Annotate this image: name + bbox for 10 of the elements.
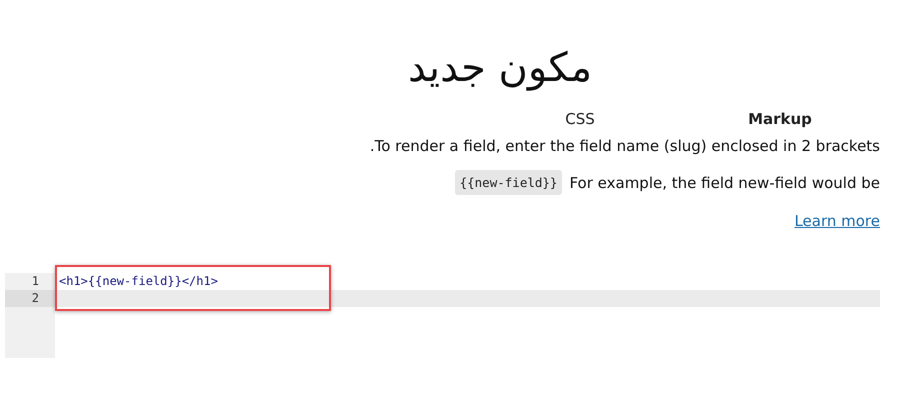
code-example: {{new-field}} bbox=[454, 170, 562, 195]
line-number: 1 bbox=[30, 273, 40, 290]
tab[interactable]: Markup bbox=[680, 104, 880, 134]
line-number: 2 bbox=[5, 290, 55, 307]
tab[interactable]: CSS bbox=[480, 104, 680, 134]
code-line: <h1>{{new-field}}</h1> bbox=[58, 273, 219, 290]
page-title: مكون جديد bbox=[406, 44, 594, 93]
instruction-text: .To render a field, enter the field name (slug) enclosed in 2 brackets bbox=[368, 136, 880, 157]
learn-more-link[interactable]: Learn more bbox=[794, 209, 880, 233]
example-text: For example, the field new-field would be bbox=[569, 174, 880, 192]
